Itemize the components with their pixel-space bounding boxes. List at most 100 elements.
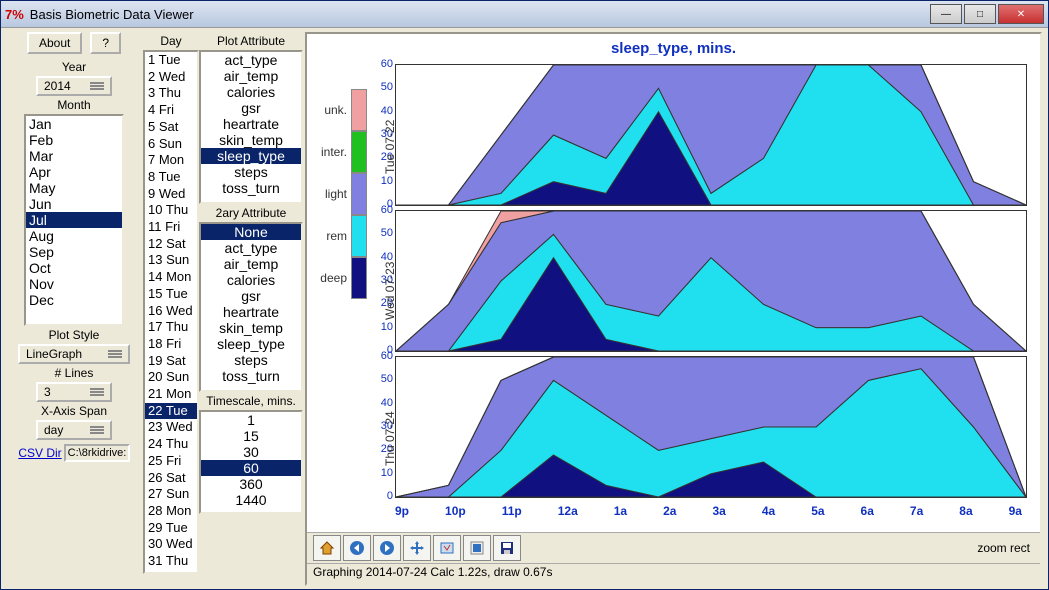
plotattr-list[interactable]: act_typeair_tempcaloriesgsrheartrateskin… <box>199 50 303 204</box>
list-item[interactable]: Feb <box>26 132 122 148</box>
list-item[interactable]: 18 Fri <box>145 336 197 353</box>
list-item[interactable]: gsr <box>201 100 301 116</box>
list-item[interactable]: 20 Sun <box>145 369 197 386</box>
list-item[interactable]: 16 Wed <box>145 303 197 320</box>
list-item[interactable]: 25 Fri <box>145 453 197 470</box>
xtick: 10p <box>445 504 466 518</box>
list-item[interactable]: 28 Mon <box>145 503 197 520</box>
list-item[interactable]: 23 Wed <box>145 419 197 436</box>
list-item[interactable]: 12 Sat <box>145 236 197 253</box>
list-item[interactable]: Apr <box>26 164 122 180</box>
list-item[interactable]: 360 <box>201 476 301 492</box>
back-button[interactable] <box>343 535 371 561</box>
list-item[interactable]: 3 Thu <box>145 85 197 102</box>
list-item[interactable]: heartrate <box>201 116 301 132</box>
list-item[interactable]: 9 Wed <box>145 186 197 203</box>
list-item[interactable]: calories <box>201 272 301 288</box>
forward-button[interactable] <box>373 535 401 561</box>
list-item[interactable]: 4 Fri <box>145 102 197 119</box>
list-item[interactable]: 10 Thu <box>145 202 197 219</box>
chart-panel[interactable] <box>395 356 1027 498</box>
list-item[interactable]: Mar <box>26 148 122 164</box>
list-item[interactable]: Nov <box>26 276 122 292</box>
list-item[interactable]: act_type <box>201 240 301 256</box>
day-list[interactable]: 1 Tue2 Wed3 Thu4 Fri5 Sat6 Sun7 Mon8 Tue… <box>143 50 199 574</box>
pan-button[interactable] <box>403 535 431 561</box>
csvdir-field[interactable]: C:\8rkidrive: <box>64 444 130 462</box>
list-item[interactable]: sleep_type <box>201 148 301 164</box>
list-item[interactable]: calories <box>201 84 301 100</box>
home-button[interactable] <box>313 535 341 561</box>
year-select[interactable]: 2014 <box>36 76 112 96</box>
list-item[interactable]: 15 Tue <box>145 286 197 303</box>
secattr-list[interactable]: Noneact_typeair_tempcaloriesgsrheartrate… <box>199 222 303 392</box>
list-item[interactable]: 14 Mon <box>145 269 197 286</box>
list-item[interactable]: 1440 <box>201 492 301 508</box>
timescale-list[interactable]: 11530603601440 <box>199 410 303 514</box>
list-item[interactable]: skin_temp <box>201 320 301 336</box>
list-item[interactable]: None <box>201 224 301 240</box>
list-item[interactable]: 1 <box>201 412 301 428</box>
close-button[interactable]: ✕ <box>998 4 1044 24</box>
minimize-button[interactable]: — <box>930 4 962 24</box>
list-item[interactable]: air_temp <box>201 68 301 84</box>
list-item[interactable]: 22 Tue <box>145 403 197 420</box>
list-item[interactable]: toss_turn <box>201 368 301 384</box>
list-item[interactable]: sleep_type <box>201 336 301 352</box>
xtick: 12a <box>558 504 578 518</box>
list-item[interactable]: 29 Tue <box>145 520 197 537</box>
list-item[interactable]: gsr <box>201 288 301 304</box>
dropdown-handle-icon <box>90 391 104 393</box>
list-item[interactable]: 5 Sat <box>145 119 197 136</box>
list-item[interactable]: steps <box>201 164 301 180</box>
csvdir-link[interactable]: CSV Dir <box>18 446 61 460</box>
month-list[interactable]: JanFebMarAprMayJunJulAugSepOctNovDec <box>24 114 124 326</box>
about-button[interactable]: About <box>27 32 82 54</box>
list-item[interactable]: 8 Tue <box>145 169 197 186</box>
list-item[interactable]: 6 Sun <box>145 136 197 153</box>
list-item[interactable]: 30 Wed <box>145 536 197 553</box>
list-item[interactable]: act_type <box>201 52 301 68</box>
list-item[interactable]: 2 Wed <box>145 69 197 86</box>
numlines-select[interactable]: 3 <box>36 382 112 402</box>
list-item[interactable]: Jul <box>26 212 122 228</box>
list-item[interactable]: Dec <box>26 292 122 308</box>
list-item[interactable]: air_temp <box>201 256 301 272</box>
list-item[interactable]: Oct <box>26 260 122 276</box>
list-item[interactable]: skin_temp <box>201 132 301 148</box>
list-item[interactable]: Jun <box>26 196 122 212</box>
list-item[interactable]: 27 Sun <box>145 486 197 503</box>
list-item[interactable]: Sep <box>26 244 122 260</box>
list-item[interactable]: 15 <box>201 428 301 444</box>
help-button[interactable]: ? <box>90 32 121 54</box>
zoom-button[interactable] <box>433 535 461 561</box>
maximize-button[interactable]: □ <box>964 4 996 24</box>
list-item[interactable]: 17 Thu <box>145 319 197 336</box>
list-item[interactable]: 1 Tue <box>145 52 197 69</box>
list-item[interactable]: heartrate <box>201 304 301 320</box>
list-item[interactable]: Jan <box>26 116 122 132</box>
list-item[interactable]: 24 Thu <box>145 436 197 453</box>
list-item[interactable]: 11 Fri <box>145 219 197 236</box>
configure-button[interactable] <box>463 535 491 561</box>
titlebar[interactable]: 7% Basis Biometric Data Viewer — □ ✕ <box>1 1 1048 28</box>
save-button[interactable] <box>493 535 521 561</box>
list-item[interactable]: 26 Sat <box>145 470 197 487</box>
list-item[interactable]: 7 Mon <box>145 152 197 169</box>
list-item[interactable]: steps <box>201 352 301 368</box>
xtick: 4a <box>762 504 775 518</box>
list-item[interactable]: toss_turn <box>201 180 301 196</box>
plotstyle-select[interactable]: LineGraph <box>18 344 130 364</box>
xspan-select[interactable]: day <box>36 420 112 440</box>
list-item[interactable]: 21 Mon <box>145 386 197 403</box>
list-item[interactable]: Aug <box>26 228 122 244</box>
list-item[interactable]: 31 Thu <box>145 553 197 570</box>
list-item[interactable]: May <box>26 180 122 196</box>
list-item[interactable]: 60 <box>201 460 301 476</box>
xtick: 6a <box>861 504 874 518</box>
chart-panel[interactable] <box>395 64 1027 206</box>
list-item[interactable]: 30 <box>201 444 301 460</box>
list-item[interactable]: 13 Sun <box>145 252 197 269</box>
list-item[interactable]: 19 Sat <box>145 353 197 370</box>
chart-panel[interactable] <box>395 210 1027 352</box>
